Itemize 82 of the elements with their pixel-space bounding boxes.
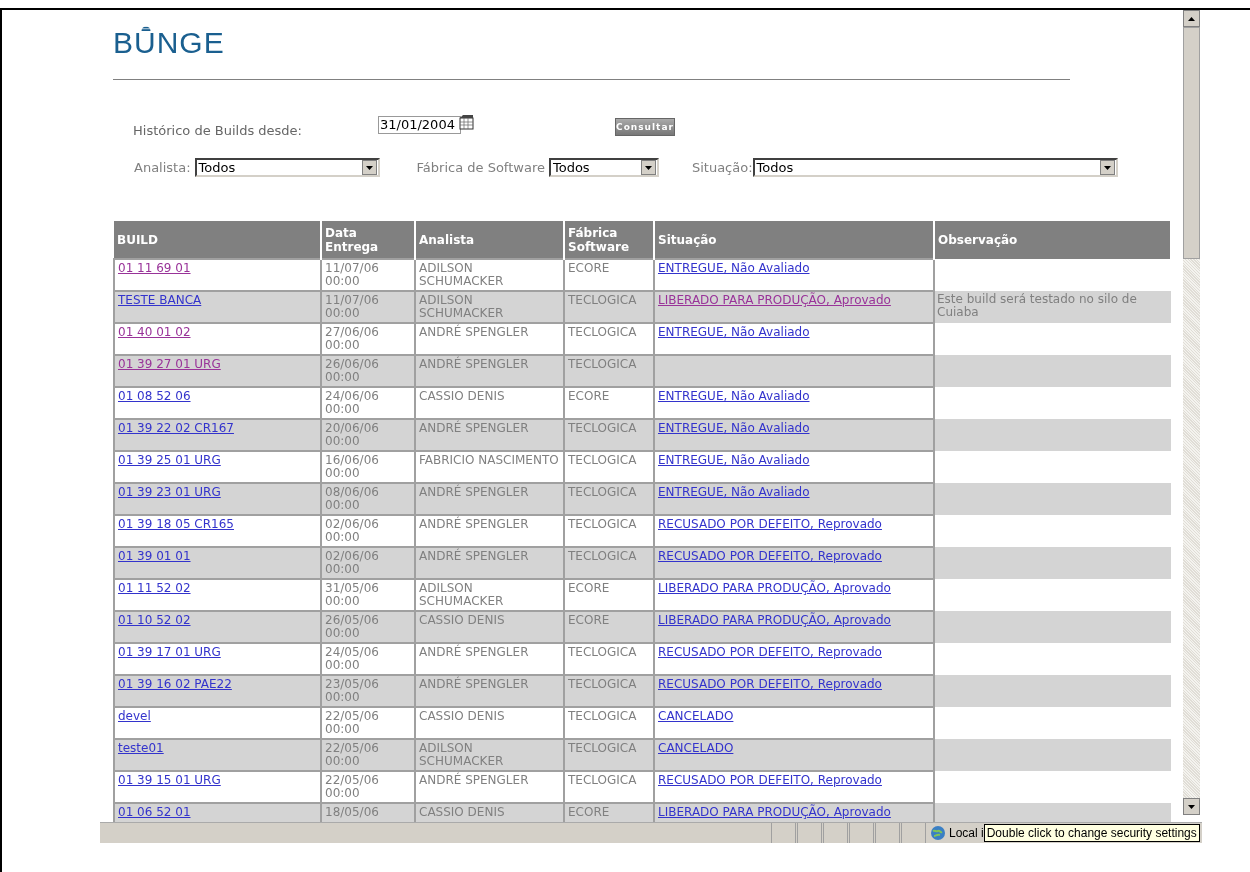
table-cell: 22/05/06 00:00 [321, 739, 415, 771]
table-cell: 22/05/06 00:00 [321, 707, 415, 739]
table-cell: TECLOGICA [564, 771, 654, 803]
table-cell: ECORE [564, 611, 654, 643]
build-link[interactable]: teste01 [118, 741, 164, 755]
security-zone-text: Local i [949, 825, 984, 842]
build-link[interactable]: 01 08 52 06 [118, 389, 191, 403]
scrollbar[interactable] [1183, 10, 1200, 815]
analista-label: Analista: [134, 158, 191, 177]
table-cell: ECORE [564, 387, 654, 419]
build-link[interactable]: 01 40 01 02 [118, 325, 191, 339]
build-link[interactable]: 01 10 52 02 [118, 613, 191, 627]
table-cell: Este build será testado no silo de Cuiaba [934, 291, 1171, 323]
table-cell: CASSIO DENIS [415, 387, 564, 419]
table-cell: FABRICIO NASCIMENTO [415, 451, 564, 483]
table-cell: TECLOGICA [564, 291, 654, 323]
fabrica-select[interactable]: Todos [548, 157, 659, 177]
build-link[interactable]: 01 11 52 02 [118, 581, 191, 595]
build-link[interactable]: TESTE BANCA [118, 293, 202, 307]
table-cell: CASSIO DENIS [415, 707, 564, 739]
since-label: Histórico de Builds desde: [133, 122, 303, 140]
build-link[interactable]: 01 11 69 01 [118, 261, 191, 275]
calendar-icon[interactable] [459, 114, 475, 130]
down-arrow-icon [1188, 804, 1195, 809]
table-cell: CASSIO DENIS [415, 611, 564, 643]
table-cell: 24/06/06 00:00 [321, 387, 415, 419]
table-cell: ANDRÉ SPENGLER [415, 483, 564, 515]
table-cell: ECORE [564, 259, 654, 291]
table-cell: TECLOGICA [564, 515, 654, 547]
table-cell: TECLOGICA [564, 323, 654, 355]
scroll-down-button[interactable] [1183, 798, 1200, 815]
table-cell: 11/07/06 00:00 [321, 291, 415, 323]
table-cell: 02/06/06 00:00 [321, 515, 415, 547]
table-cell: TECLOGICA [564, 739, 654, 771]
fabrica-label: Fábrica de Software [416, 158, 545, 177]
situacao-select[interactable]: Todos [752, 157, 1118, 177]
table-cell: ANDRÉ SPENGLER [415, 643, 564, 675]
situacao-label: Situação: [691, 158, 753, 177]
globe-icon[interactable] [930, 825, 946, 841]
table-cell: ANDRÉ SPENGLER [415, 515, 564, 547]
table-cell: 20/06/06 00:00 [321, 419, 415, 451]
table-cell: TECLOGICA [564, 483, 654, 515]
table-cell: ADILSON SCHUMACKER [415, 739, 564, 771]
table-cell: ANDRÉ SPENGLER [415, 675, 564, 707]
table-cell: ECORE [564, 579, 654, 611]
table-cell: 11/07/06 00:00 [321, 259, 415, 291]
table-cell: 26/06/06 00:00 [321, 355, 415, 387]
situacao-link[interactable]: CANCELADO [658, 709, 734, 723]
up-arrow-icon [1188, 16, 1195, 21]
table-cell: ANDRÉ SPENGLER [415, 355, 564, 387]
table-cell: TECLOGICA [564, 355, 654, 387]
build-link[interactable]: 01 39 01 01 [118, 549, 191, 563]
situacao-link[interactable]: CANCELADO [658, 741, 734, 755]
table-cell: TECLOGICA [564, 419, 654, 451]
table-cell: 16/06/06 00:00 [321, 451, 415, 483]
table-cell: TECLOGICA [564, 643, 654, 675]
table-cell: 26/05/06 00:00 [321, 611, 415, 643]
table-cell: 08/06/06 00:00 [321, 483, 415, 515]
table-cell: ADILSON SCHUMACKER [415, 579, 564, 611]
date-field[interactable]: 31/01/2004 [378, 116, 461, 134]
table-cell: ADILSON SCHUMACKER [415, 291, 564, 323]
table-cell: ANDRÉ SPENGLER [415, 771, 564, 803]
table-cell: TECLOGICA [564, 707, 654, 739]
scroll-thumb[interactable] [1183, 27, 1200, 259]
scroll-up-button[interactable] [1183, 10, 1200, 27]
tooltip: Double click to change security settings [983, 824, 1200, 842]
table-cell: 27/06/06 00:00 [321, 323, 415, 355]
table-cell: ADILSON SCHUMACKER [415, 259, 564, 291]
table-cell: 22/05/06 00:00 [321, 771, 415, 803]
table-cell: ANDRÉ SPENGLER [415, 323, 564, 355]
table-cell: ANDRÉ SPENGLER [415, 547, 564, 579]
table-cell: TECLOGICA [564, 547, 654, 579]
table-cell: ANDRÉ SPENGLER [415, 419, 564, 451]
analista-select[interactable]: Todos [194, 157, 380, 177]
logo: BUNGE [113, 31, 225, 55]
build-link[interactable]: devel [118, 709, 151, 723]
table-cell: 02/06/06 00:00 [321, 547, 415, 579]
table-cell: 24/05/06 00:00 [321, 643, 415, 675]
table-cell: 23/05/06 00:00 [321, 675, 415, 707]
table-cell: TECLOGICA [564, 451, 654, 483]
table-cell: TECLOGICA [564, 675, 654, 707]
table-cell: 31/05/06 00:00 [321, 579, 415, 611]
